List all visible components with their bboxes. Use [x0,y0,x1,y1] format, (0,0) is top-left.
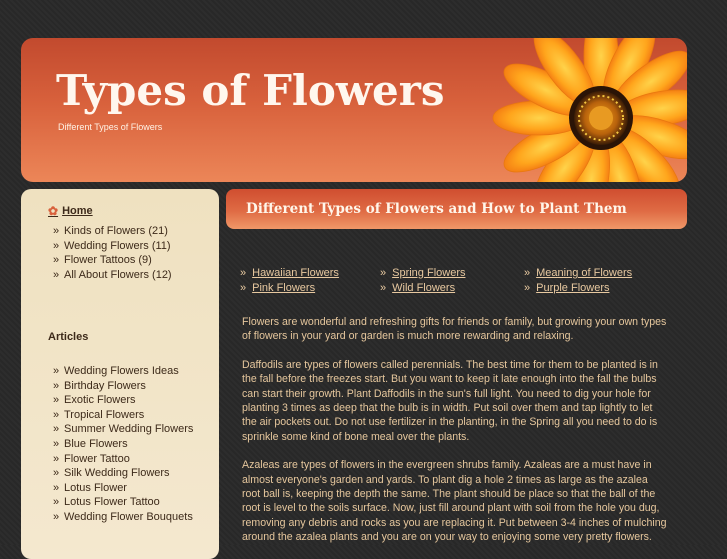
category-item[interactable]: All About Flowers (12) [53,268,172,283]
link-hawaiian-flowers[interactable]: » Hawaiian Flowers [240,267,380,279]
paragraph-intro: Flowers are wonderful and refreshing gif… [242,316,667,343]
article-link[interactable]: Silk Wedding Flowers [53,466,203,481]
flower-links-grid: » Hawaiian Flowers » Spring Flowers » Meani… [240,267,680,294]
double-chevron-right-icon: » [524,282,531,294]
main-heading: Different Types of Flowers and How to Pl… [246,201,627,217]
site-header: Types of Flowers Different Types of Flow… [21,38,687,182]
article-link[interactable]: Blue Flowers [53,437,203,452]
main-heading-banner: Different Types of Flowers and How to Pl… [226,189,687,229]
double-chevron-right-icon: » [380,267,387,279]
home-label[interactable]: Home [62,205,93,217]
article-link[interactable]: Wedding Flowers Ideas [53,364,203,379]
article-link[interactable]: Flower Tattoo [53,452,203,467]
double-chevron-right-icon: » [240,267,247,279]
link-pink-flowers[interactable]: » Pink Flowers [240,282,380,294]
link-purple-flowers[interactable]: » Purple Flowers [524,282,674,294]
article-link[interactable]: Summer Wedding Flowers [53,422,203,437]
article-link[interactable]: Exotic Flowers [53,393,203,408]
article-link[interactable]: Lotus Flower Tattoo [53,495,203,510]
paragraph-daffodils: Daffodils are types of flowers called pe… [242,358,658,443]
category-item[interactable]: Wedding Flowers (11) [53,239,172,254]
double-chevron-right-icon: » [240,282,247,294]
sidebar: ✿ Home Kinds of Flowers (21) Wedding Flo… [21,189,219,559]
article-link[interactable]: Wedding Flower Bouquets [53,510,203,525]
category-list: Kinds of Flowers (21) Wedding Flowers (1… [53,224,172,282]
double-chevron-right-icon: » [524,267,531,279]
article-link[interactable]: Lotus Flower [53,481,203,496]
articles-heading: Articles [48,331,89,343]
articles-list: Wedding Flowers Ideas Birthday Flowers E… [53,364,203,525]
flower-icon: ✿ [48,204,59,218]
category-item[interactable]: Flower Tattoos (9) [53,253,172,268]
double-chevron-right-icon: » [380,282,387,294]
paragraph-azaleas: Azaleas are types of flowers in the ever… [242,459,667,544]
nav-home-link[interactable]: ✿ Home [48,204,93,218]
article-link[interactable]: Tropical Flowers [53,408,203,423]
site-subtitle: Different Types of Flowers [58,122,163,132]
article-link[interactable]: Birthday Flowers [53,379,203,394]
category-item[interactable]: Kinds of Flowers (21) [53,224,172,239]
article-body: Flowers are wonderful and refreshing gif… [242,315,667,559]
link-wild-flowers[interactable]: » Wild Flowers [380,282,524,294]
site-title[interactable]: Types of Flowers [56,66,445,115]
gazania-flower-image [492,38,687,182]
link-spring-flowers[interactable]: » Spring Flowers [380,267,524,279]
link-meaning-of-flowers[interactable]: » Meaning of Flowers [524,267,674,279]
